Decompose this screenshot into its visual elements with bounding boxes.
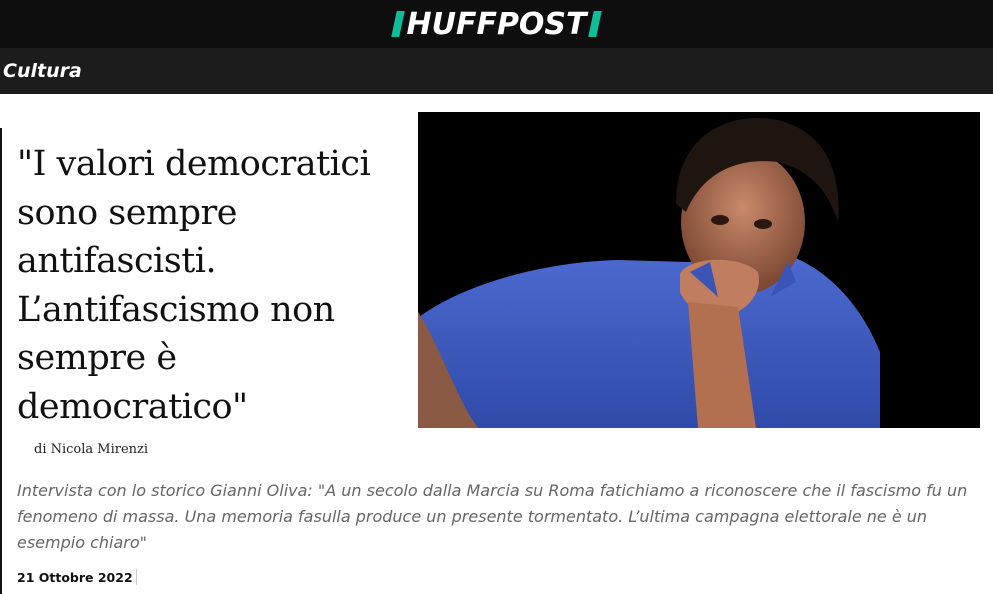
article-date: 21 Ottobre 2022 bbox=[17, 570, 133, 585]
huffpost-logo[interactable]: HUFFPOST bbox=[391, 6, 602, 42]
logo-right-bar-icon bbox=[587, 11, 602, 37]
section-link-cultura[interactable]: Cultura bbox=[3, 60, 82, 82]
site-header: HUFFPOST bbox=[0, 0, 993, 48]
logo-text: HUFFPOST bbox=[406, 6, 587, 42]
portrait-photo-icon bbox=[418, 112, 980, 428]
section-bar: Cultura bbox=[0, 48, 993, 94]
article-byline[interactable]: di Nicola Mirenzi bbox=[34, 442, 148, 457]
left-divider bbox=[0, 128, 2, 594]
logo-left-bar-icon bbox=[391, 11, 406, 37]
article-photo[interactable] bbox=[418, 112, 980, 428]
date-separator bbox=[136, 569, 137, 585]
article-headline[interactable]: "I valori democratici sono sempre antifa… bbox=[17, 140, 412, 431]
article-summary: Intervista con lo storico Gianni Oliva: … bbox=[17, 481, 968, 552]
